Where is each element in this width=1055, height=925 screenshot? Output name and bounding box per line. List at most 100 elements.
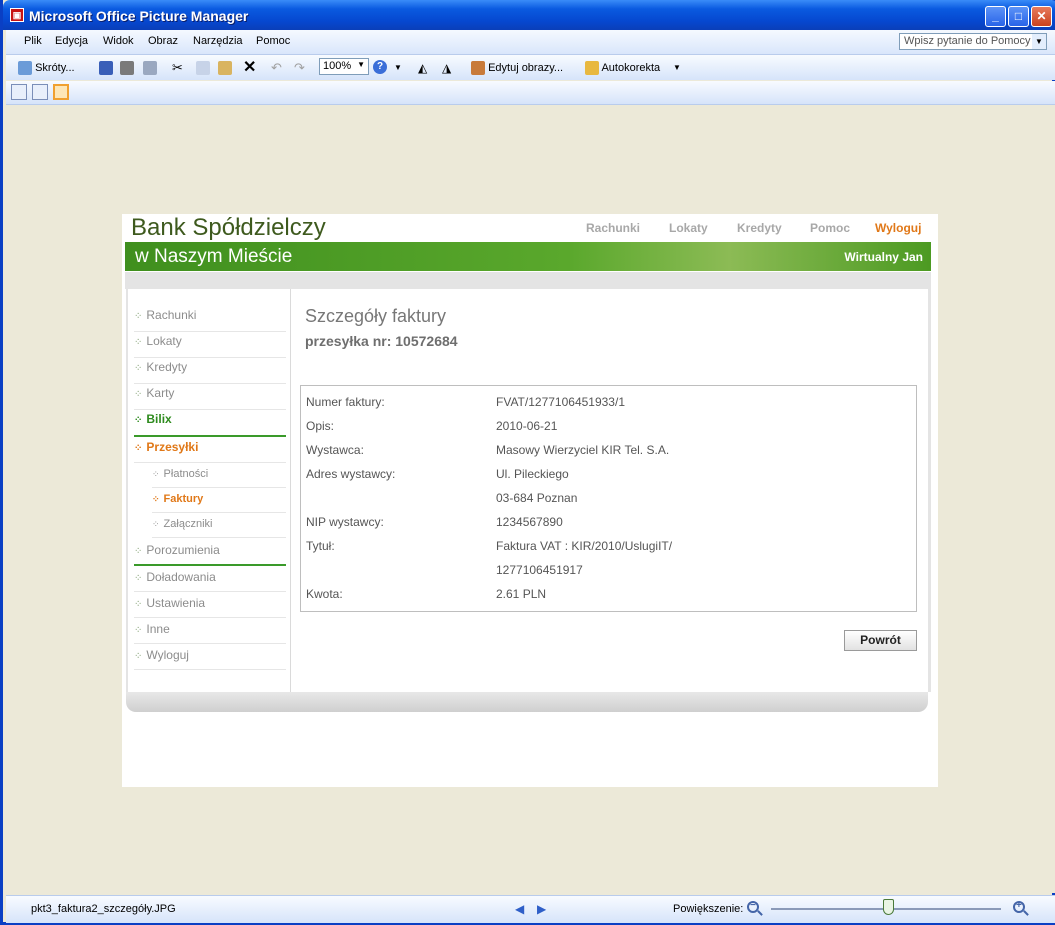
print-icon[interactable] [120, 61, 134, 75]
minus-sign: − [750, 900, 756, 911]
sidebar-item-kredyty: ⁘ Kredyty [134, 358, 286, 384]
redo-icon[interactable]: ↷ [294, 59, 305, 77]
sidebar-item-karty: ⁘ Karty [134, 384, 286, 410]
window-title: Microsoft Office Picture Manager [29, 8, 249, 24]
title-value-line2: 1277106451917 [496, 563, 583, 577]
sidebar-item-ustawienia: ⁘ Ustawienia [134, 592, 286, 618]
sidebar-item-label: Załączniki [163, 518, 213, 530]
copy-icon[interactable] [196, 61, 210, 75]
single-picture-view-icon[interactable] [53, 84, 69, 100]
picture-canvas: Bank Spółdzielczy Rachunki Lokaty Kredyt… [6, 105, 1055, 893]
shortcuts-label: Skróty... [35, 62, 75, 74]
shortcuts-button[interactable]: Skróty... [18, 59, 75, 77]
zoom-slider-thumb[interactable] [882, 899, 894, 915]
sidebar-item-wyloguj: ⁘ Wyloguj [134, 644, 286, 670]
cut-icon[interactable]: ✂ [172, 59, 183, 77]
status-filename: pkt3_faktura2_szczegóły.JPG [31, 903, 176, 915]
page-title: Szczegóły faktury [305, 306, 447, 326]
amount-value: 2.61 PLN [496, 587, 547, 601]
help-icon[interactable]: ? [373, 60, 387, 74]
menu-bar: Plik Edycja Widok Obraz Narzędzia Pomoc … [6, 30, 1055, 55]
sidebar-item-porozumienia: ⁘ Porozumienia [134, 538, 286, 564]
bank-name-line1: Bank Spółdzielczy [131, 214, 326, 241]
invoice-number-label: Numer faktury: [306, 395, 385, 409]
bullet-icon: ⁘ [152, 469, 160, 479]
rotate-left-icon[interactable]: ◭ [418, 59, 427, 77]
menu-edycja[interactable]: Edycja [55, 35, 88, 47]
close-button[interactable]: ✕ [1031, 6, 1052, 27]
menu-pomoc[interactable]: Pomoc [256, 35, 290, 47]
chevron-down-icon[interactable]: ▼ [1032, 34, 1046, 49]
bullet-icon: ⁘ [134, 599, 142, 610]
menu-narzedzia[interactable]: Narzędzia [193, 35, 243, 47]
zoom-label: Powiększenie: [673, 903, 744, 915]
sidebar-item-przesylki: ⁘ Przesyłki [134, 438, 286, 463]
invoice-details-box: Numer faktury: FVAT/1277106451933/1 Opis… [300, 385, 917, 612]
autocorrect-button[interactable]: Autokorekta [585, 59, 660, 77]
topnav-wyloguj: Wyloguj [875, 221, 922, 235]
autocorrect-icon [585, 61, 599, 76]
sidebar-item-label: Przesyłki [146, 440, 199, 454]
bank-sidebar: ⁘ Rachunki ⁘ Lokaty ⁘ Kredyty ⁘ Karty ⁘ Bilix… [128, 289, 291, 692]
issuer-nip-value: 1234567890 [496, 515, 563, 529]
maximize-button[interactable]: □ [1008, 6, 1029, 27]
sidebar-item-label: Lokaty [146, 334, 182, 348]
plus-sign: + [1016, 900, 1022, 911]
next-picture-icon[interactable]: ▶ [537, 902, 546, 916]
undo-icon[interactable]: ↶ [271, 59, 282, 77]
toolbar-options-icon[interactable]: ▼ [394, 59, 402, 77]
issuer-address-label: Adres wystawcy: [306, 467, 396, 481]
bullet-icon: ⁘ [134, 651, 142, 662]
previous-picture-icon[interactable]: ◀ [515, 902, 524, 916]
title-bar[interactable]: ▣ Microsoft Office Picture Manager _ □ ✕ [3, 0, 1055, 30]
sidebar-item-inne: ⁘ Inne [134, 618, 286, 644]
topnav-pomoc: Pomoc [810, 221, 851, 235]
sidebar-item-bilix: ⁘ Bilix [134, 410, 286, 436]
sidebar-item-rachunki: ⁘ Rachunki [134, 306, 286, 332]
sidebar-item-label: Karty [146, 386, 175, 400]
bullet-icon: ⁘ [134, 546, 142, 557]
shipment-number: przesyłka nr: 10572684 [305, 333, 458, 349]
bullet-icon: ⁘ [134, 389, 142, 400]
picture-manager-icon: ▣ [10, 8, 24, 22]
amount-label: Kwota: [306, 587, 343, 601]
bank-header-bar: w Naszym Mieście Wirtualny Jan [125, 242, 931, 271]
issuer-address-line2: 03-684 Poznan [496, 491, 578, 505]
zoom-value: 100% [323, 60, 352, 72]
thumbnail-view-icon[interactable] [11, 84, 27, 100]
bullet-icon: ⁘ [152, 494, 160, 504]
bullet-icon: ⁘ [134, 337, 142, 348]
bank-name-line2: w Naszym Mieście [135, 246, 293, 267]
zoom-in-icon[interactable]: + [1013, 900, 1025, 913]
menu-plik[interactable]: Plik [24, 35, 42, 47]
toolbar-options-icon[interactable]: ▼ [673, 59, 681, 77]
email-icon[interactable] [143, 61, 157, 75]
sidebar-divider [134, 435, 286, 437]
menu-widok[interactable]: Widok [103, 35, 134, 47]
edit-images-icon [471, 61, 485, 76]
menu-obraz[interactable]: Obraz [148, 35, 178, 47]
sidebar-item-label: Doładowania [146, 570, 216, 584]
bank-footer [126, 692, 928, 712]
paste-icon[interactable] [218, 61, 232, 75]
help-search-input[interactable]: Wpisz pytanie do Pomocy ▼ [899, 33, 1047, 50]
status-bar: pkt3_faktura2_szczegóły.JPG ◀ ▶ Powiększ… [6, 895, 1055, 923]
delete-icon[interactable]: ✕ [243, 59, 256, 77]
header-divider [125, 272, 931, 289]
bullet-icon: ⁘ [134, 311, 142, 322]
zoom-select[interactable]: 100% ▼ [319, 58, 369, 75]
sidebar-item-label: Kredyty [146, 360, 188, 374]
save-icon[interactable] [99, 61, 113, 75]
topnav-lokaty: Lokaty [669, 221, 708, 235]
zoom-out-icon[interactable]: − [747, 900, 759, 913]
description-value: 2010-06-21 [496, 419, 558, 433]
sidebar-item-label: Faktury [163, 493, 204, 505]
bullet-icon: ⁘ [134, 573, 142, 584]
filmstrip-view-icon[interactable] [32, 84, 48, 100]
application-window: ▣ Microsoft Office Picture Manager _ □ ✕… [0, 0, 1055, 925]
issuer-label: Wystawca: [306, 443, 364, 457]
bullet-icon: ⁘ [152, 519, 160, 529]
minimize-button[interactable]: _ [985, 6, 1006, 27]
rotate-right-icon[interactable]: ◮ [442, 59, 451, 77]
edit-images-button[interactable]: Edytuj obrazy... [471, 59, 563, 77]
